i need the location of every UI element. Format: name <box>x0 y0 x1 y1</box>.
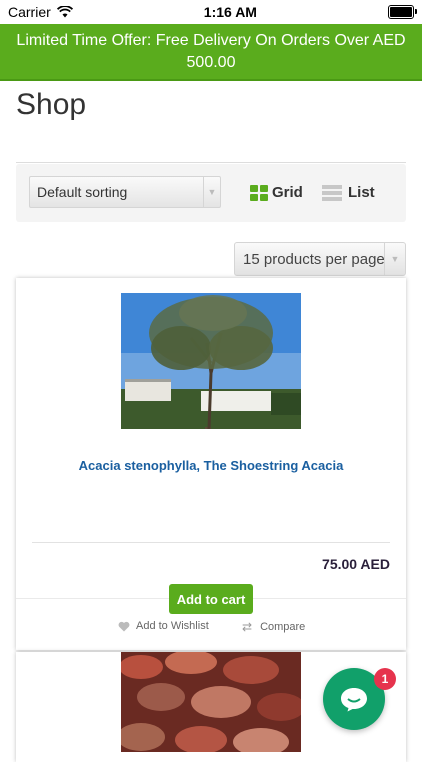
list-view-label: List <box>348 184 375 201</box>
product-card: Acacia stenophylla, The Shoestring Acaci… <box>16 278 406 650</box>
chevron-down-icon: ▼ <box>384 243 405 275</box>
compare-arrows-icon: ⇄ <box>242 620 253 634</box>
product-image[interactable] <box>121 652 301 752</box>
page-title: Shop <box>16 88 87 121</box>
wishlist-label: Add to Wishlist <box>136 620 209 632</box>
products-per-page-select[interactable]: 15 products per page ▼ <box>234 242 406 276</box>
notification-badge: 1 <box>374 668 396 690</box>
product-image[interactable] <box>121 293 301 429</box>
sorting-select-value: Default sorting <box>37 184 128 200</box>
add-to-cart-button[interactable]: Add to cart <box>169 584 253 614</box>
list-view-button[interactable]: List <box>322 184 375 201</box>
battery-icon <box>387 5 417 19</box>
list-icon <box>322 184 342 201</box>
grid-view-label: Grid <box>272 184 303 201</box>
wifi-icon <box>56 6 73 18</box>
compare-label: Compare <box>260 621 306 633</box>
clock: 1:16 AM <box>203 4 257 20</box>
grid-icon <box>250 184 268 201</box>
product-price: 75.00 AED <box>322 556 390 572</box>
carrier-label: Carrier <box>8 4 51 20</box>
per-page-value: 15 products per page <box>243 250 385 268</box>
promo-text: Limited Time Offer: Free Delivery On Ord… <box>16 31 406 71</box>
sorting-select[interactable]: Default sorting ▼ <box>29 176 221 208</box>
shop-toolbar: Default sorting ▼ Grid List <box>16 164 406 222</box>
heart-icon <box>118 621 130 631</box>
grid-view-button[interactable]: Grid <box>250 184 303 201</box>
promo-banner: Limited Time Offer: Free Delivery On Ord… <box>0 24 422 81</box>
product-title-link[interactable]: Acacia stenophylla, The Shoestring Acaci… <box>16 458 406 473</box>
add-to-wishlist-link[interactable]: Add to Wishlist <box>118 620 209 632</box>
compare-link[interactable]: ⇄ Compare <box>242 620 305 634</box>
divider <box>32 542 390 543</box>
divider <box>16 162 406 163</box>
chevron-down-icon: ▼ <box>203 177 220 207</box>
chat-bubble-icon <box>341 688 367 712</box>
status-bar: Carrier 1:16 AM <box>0 0 422 24</box>
